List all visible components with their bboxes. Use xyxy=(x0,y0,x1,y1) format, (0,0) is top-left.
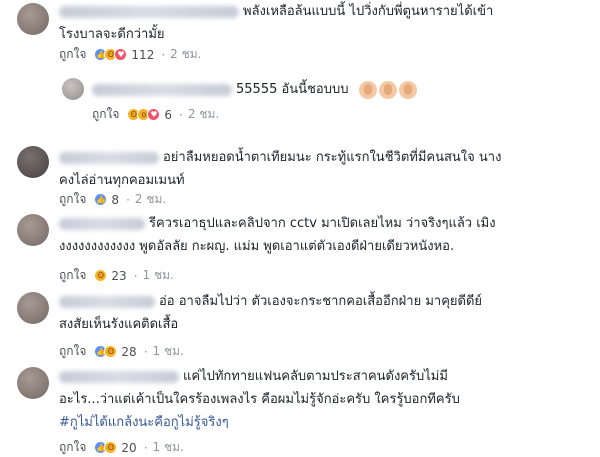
comment-line-1: รีควรเอาธุปและคลิปจาก cctv มาเปิดเลยไหม … xyxy=(59,212,496,235)
reaction-summary[interactable]: 👍 ʘ ♥ xyxy=(94,48,128,61)
clap-emoji-group xyxy=(358,80,419,99)
avatar[interactable] xyxy=(17,367,49,399)
haha-icon: ʘ xyxy=(94,269,108,282)
comment-text-line: โรงบาลจะดีกว่ามั้ย xyxy=(59,27,165,42)
timestamp[interactable]: 1 ชม. xyxy=(153,342,184,361)
comment-text-line: พลังเหลือล้นแบบนี้ ไปวิ่งกับพี่ตูนหารายไ… xyxy=(243,4,494,19)
avatar[interactable] xyxy=(17,214,49,246)
reaction-count[interactable]: 23 xyxy=(111,269,126,283)
love-icon: ♥ xyxy=(147,108,161,121)
separator-dot: · xyxy=(143,440,148,455)
comment-actions: ถูกใจ 👍 ʘ ♥ 112 · 2 ชม. xyxy=(59,45,201,64)
comment-actions: ถูกใจ 👍 ʘ 28 · 1 ชม. xyxy=(59,342,184,361)
reaction-summary[interactable]: 👍 xyxy=(94,193,108,206)
author-name[interactable] xyxy=(59,217,145,230)
comment-line-1: พลังเหลือล้นแบบนี้ ไปวิ่งกับพี่ตูนหารายไ… xyxy=(59,0,493,23)
reaction-summary[interactable]: ʘ o ♥ xyxy=(127,108,161,121)
comment-text-line: งงงงงงงงงงงง พูดอัลลัย กะผญ. แม่ม พูดเอา… xyxy=(59,239,455,254)
comment-text: รีควรเอาธุปและคลิปจาก cctv มาเปิดเลยไหม … xyxy=(59,212,496,258)
reaction-summary[interactable]: ʘ xyxy=(94,269,108,282)
comment-line-1: แค่ไปทักทายแฟนคลับตามประสาคนดังครับไม่มี xyxy=(59,365,460,388)
comment-text: แค่ไปทักทายแฟนคลับตามประสาคนดังครับไม่มี… xyxy=(59,365,460,434)
like-link[interactable]: ถูกใจ xyxy=(59,266,86,285)
separator-dot: · xyxy=(179,107,183,122)
author-name[interactable] xyxy=(59,295,155,308)
timestamp[interactable]: 1 ชม. xyxy=(143,266,174,285)
avatar[interactable] xyxy=(17,146,49,178)
comment-text-line: อ่อ อาจลืมไปว่า ตัวเองจะกระชากคอเสื้ออีก… xyxy=(159,294,483,309)
reaction-summary[interactable]: 👍 ʘ xyxy=(94,345,118,358)
avatar[interactable] xyxy=(62,78,84,100)
comment-text: อ่อ อาจลืมไปว่า ตัวเองจะกระชากคอเสื้ออีก… xyxy=(59,290,482,336)
like-link[interactable]: ถูกใจ xyxy=(59,342,86,361)
comment-actions: ถูกใจ 👍 8 · 2 ชม. xyxy=(59,190,166,209)
like-icon: 👍 xyxy=(94,193,108,206)
separator-dot: · xyxy=(143,344,148,359)
hashtag-link[interactable]: #กูไม่ได้แกล้งนะคือกูไม่รู้จริงๆ xyxy=(59,411,460,434)
timestamp[interactable]: 2 ชม. xyxy=(170,45,201,64)
comment-text-line: อะไร...ว่าแต่เค้าเป็นใครร้องเพลงไร คือผม… xyxy=(59,392,460,407)
author-name[interactable] xyxy=(92,83,232,96)
comment-text: 55555 อันนี้ชอบบบ xyxy=(92,78,419,101)
reaction-summary[interactable]: 👍 ʘ xyxy=(94,441,118,454)
separator-dot: · xyxy=(126,192,130,207)
comment-actions: ถูกใจ ʘ o ♥ 6 · 2 ชม. xyxy=(92,105,219,124)
reaction-count[interactable]: 6 xyxy=(164,108,172,122)
author-name[interactable] xyxy=(59,370,179,383)
comment-text-line: อย่าลืมหยอดน้ำตาเทียมนะ กระทู้แรกในชีวิต… xyxy=(163,150,502,165)
timestamp[interactable]: 1 ชม. xyxy=(153,438,184,457)
reaction-count[interactable]: 8 xyxy=(111,193,119,207)
timestamp[interactable]: 2 ชม. xyxy=(188,105,219,124)
haha-icon: ʘ xyxy=(104,345,118,358)
comment-line-1: อ่อ อาจลืมไปว่า ตัวเองจะกระชากคอเสื้ออีก… xyxy=(59,290,482,313)
comment-text-line: 55555 อันนี้ชอบบบ xyxy=(236,82,349,97)
author-name[interactable] xyxy=(59,5,239,18)
clap-icon xyxy=(378,80,397,99)
love-icon: ♥ xyxy=(114,48,128,61)
clap-icon xyxy=(358,80,377,99)
comment-actions: ถูกใจ 👍 ʘ 20 · 1 ชม. xyxy=(59,438,184,457)
separator-dot: · xyxy=(133,268,138,283)
comment-text-line: รีควรเอาธุปและคลิปจาก cctv มาเปิดเลยไหม … xyxy=(149,216,496,231)
reaction-count[interactable]: 20 xyxy=(121,441,136,455)
reaction-count[interactable]: 112 xyxy=(131,48,154,62)
comment-actions: ถูกใจ ʘ 23 · 1 ชม. xyxy=(59,266,174,285)
comment-line-1: อย่าลืมหยอดน้ำตาเทียมนะ กระทู้แรกในชีวิต… xyxy=(59,146,501,169)
comment-text-line: คงไล่อ่านทุกคอมเมนท์ xyxy=(59,173,185,188)
clap-icon xyxy=(398,80,417,99)
comment-text: อย่าลืมหยอดน้ำตาเทียมนะ กระทู้แรกในชีวิต… xyxy=(59,146,501,192)
like-link[interactable]: ถูกใจ xyxy=(59,190,86,209)
like-link[interactable]: ถูกใจ xyxy=(59,45,86,64)
separator-dot: · xyxy=(161,47,166,62)
author-name[interactable] xyxy=(59,151,159,164)
like-link[interactable]: ถูกใจ xyxy=(59,438,86,457)
comment-text-line: สงสัยเห็นรังแคติดเสื้อ xyxy=(59,317,179,332)
haha-icon: ʘ xyxy=(104,441,118,454)
comment-text: พลังเหลือล้นแบบนี้ ไปวิ่งกับพี่ตูนหารายไ… xyxy=(59,0,493,46)
comment-text-line: แค่ไปทักทายแฟนคลับตามประสาคนดังครับไม่มี xyxy=(183,369,448,384)
like-link[interactable]: ถูกใจ xyxy=(92,105,119,124)
avatar[interactable] xyxy=(17,292,49,324)
reaction-count[interactable]: 28 xyxy=(121,345,136,359)
timestamp[interactable]: 2 ชม. xyxy=(135,190,166,209)
avatar[interactable] xyxy=(17,3,49,35)
